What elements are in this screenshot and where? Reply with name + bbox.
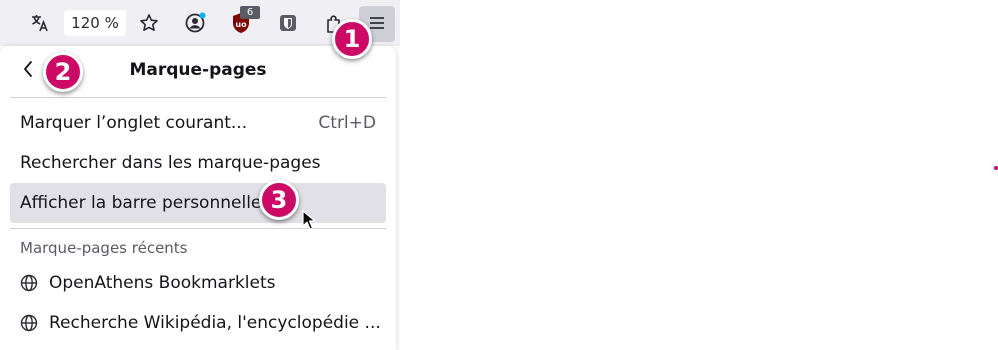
- bookmark-item[interactable]: OpenAthens Bookmarklets: [10, 264, 386, 302]
- globe-icon: [20, 314, 38, 332]
- menu-item-label: Afficher la barre personnelle: [20, 193, 262, 213]
- separator: [10, 228, 386, 229]
- search-bookmarks-item[interactable]: Rechercher dans les marque-pages: [10, 143, 386, 183]
- bookmark-current-tab-item[interactable]: Marquer l’onglet courant... Ctrl+D: [10, 103, 386, 143]
- star-icon[interactable]: [134, 8, 164, 38]
- recent-bookmarks-heading: Marque-pages récents: [20, 239, 188, 257]
- svg-text:uo: uo: [235, 20, 247, 29]
- zoom-level-button[interactable]: 120 %: [64, 10, 126, 36]
- bookmark-label: OpenAthens Bookmarklets: [49, 273, 276, 293]
- menu-item-label: Marquer l’onglet courant...: [20, 113, 248, 133]
- menu-item-label: Rechercher dans les marque-pages: [20, 153, 321, 173]
- show-bookmarks-toolbar-item[interactable]: Afficher la barre personnelle: [10, 183, 386, 223]
- extension-badge-count: 6: [240, 6, 260, 19]
- mouse-cursor-icon: [302, 210, 316, 234]
- hamburger-menu-icon: [369, 15, 385, 34]
- bookmark-label: Recherche Wikipédia, l'encyclopédie ...: [49, 313, 381, 333]
- shortcut-label: Ctrl+D: [318, 113, 376, 133]
- account-icon[interactable]: [180, 8, 210, 38]
- accent-dot: [994, 166, 998, 170]
- step-marker-1: 1: [332, 19, 372, 59]
- bookmark-item[interactable]: Recherche Wikipédia, l'encyclopédie ...: [10, 304, 386, 342]
- globe-icon: [20, 274, 38, 292]
- step-marker-3: 3: [259, 180, 299, 220]
- step-marker-2: 2: [43, 52, 83, 92]
- bitwarden-icon[interactable]: [273, 8, 303, 38]
- translate-icon[interactable]: [25, 8, 55, 38]
